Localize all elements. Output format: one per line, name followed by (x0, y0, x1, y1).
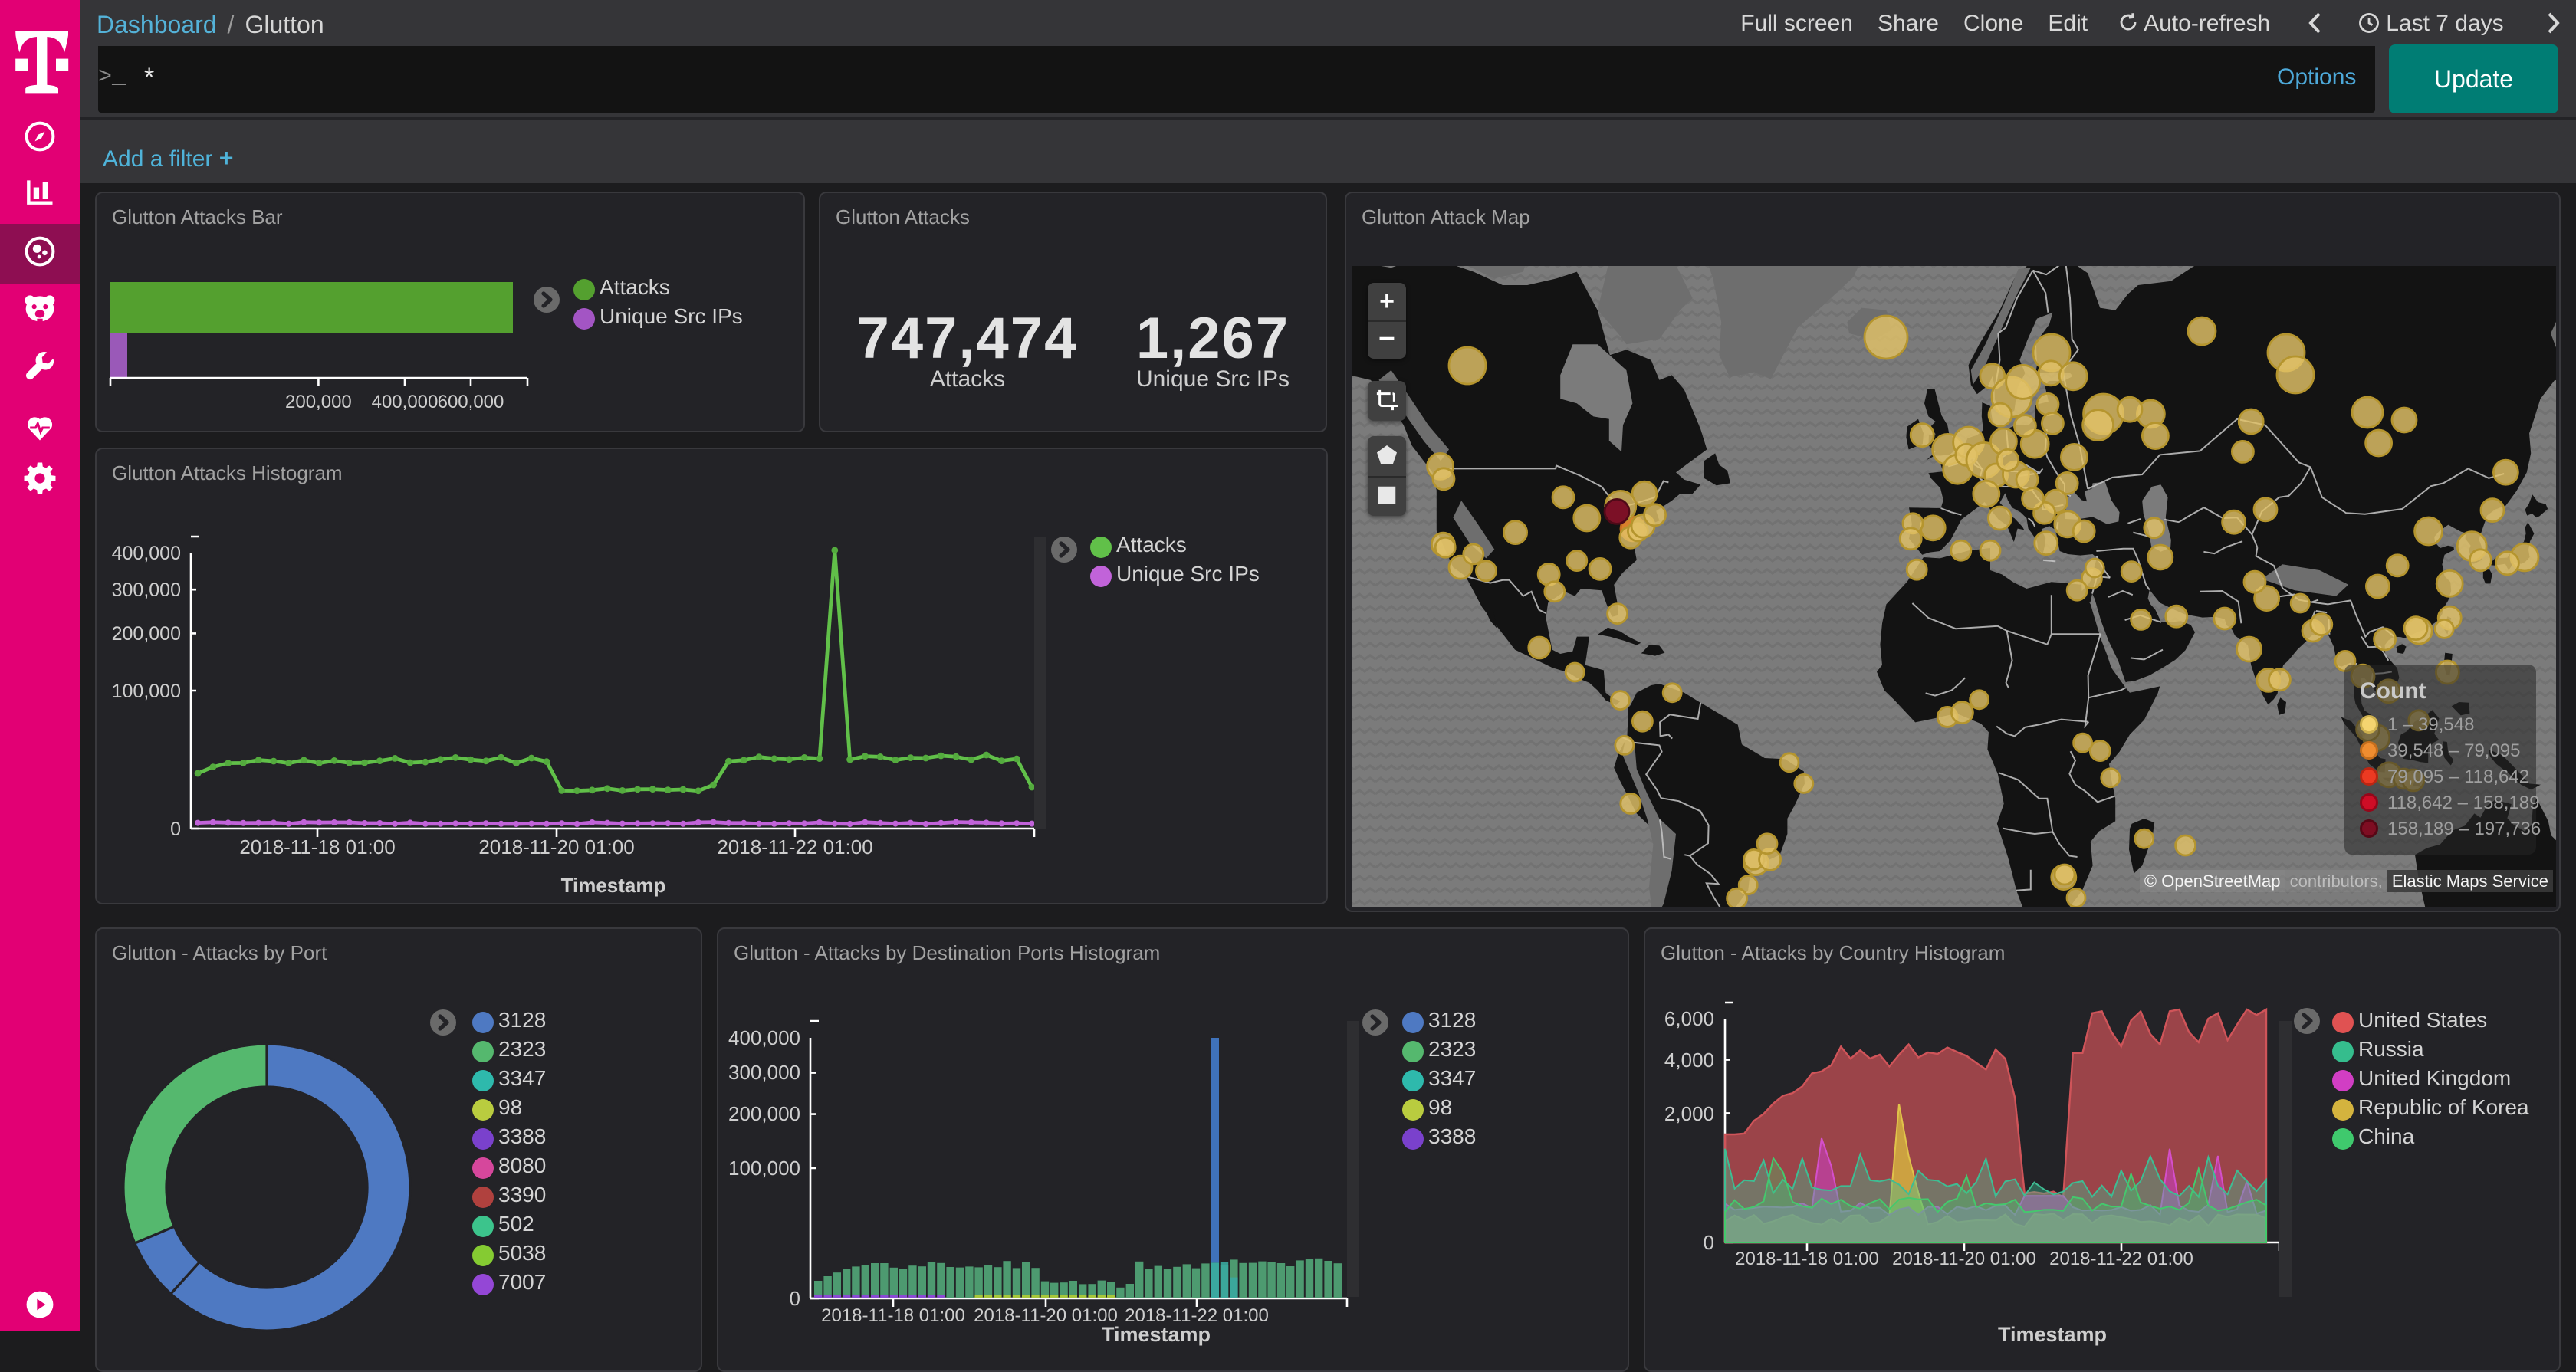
svg-text:0: 0 (790, 1287, 800, 1310)
svg-text:200,000: 200,000 (112, 623, 181, 645)
svg-text:100,000: 100,000 (112, 681, 181, 702)
svg-text:2018-11-22 01:00: 2018-11-22 01:00 (717, 835, 872, 858)
svg-text:2018-11-20 01:00: 2018-11-20 01:00 (478, 835, 634, 858)
svg-text:200,000: 200,000 (285, 392, 352, 412)
svg-text:600,000: 600,000 (438, 392, 504, 412)
svg-text:2018-11-18 01:00: 2018-11-18 01:00 (821, 1305, 965, 1326)
svg-text:100,000: 100,000 (728, 1157, 800, 1180)
svg-text:2018-11-22 01:00: 2018-11-22 01:00 (2049, 1249, 2193, 1269)
svg-text:300,000: 300,000 (728, 1061, 800, 1084)
svg-text:400,000: 400,000 (372, 392, 439, 412)
svg-text:4,000: 4,000 (1664, 1049, 1714, 1072)
svg-text:200,000: 200,000 (728, 1102, 800, 1125)
svg-text:Timestamp: Timestamp (561, 874, 666, 897)
svg-text:2018-11-20 01:00: 2018-11-20 01:00 (974, 1305, 1118, 1326)
svg-text:6,000: 6,000 (1664, 1007, 1714, 1030)
svg-text:400,000: 400,000 (728, 1026, 800, 1049)
svg-text:0: 0 (1704, 1231, 1714, 1254)
svg-text:2018-11-20 01:00: 2018-11-20 01:00 (1892, 1249, 2036, 1269)
svg-text:2018-11-18 01:00: 2018-11-18 01:00 (239, 835, 395, 858)
svg-text:300,000: 300,000 (112, 579, 181, 601)
svg-text:400,000: 400,000 (112, 543, 181, 564)
svg-text:2018-11-18 01:00: 2018-11-18 01:00 (1735, 1249, 1879, 1269)
svg-text:2,000: 2,000 (1664, 1102, 1714, 1125)
svg-text:0: 0 (170, 819, 181, 840)
